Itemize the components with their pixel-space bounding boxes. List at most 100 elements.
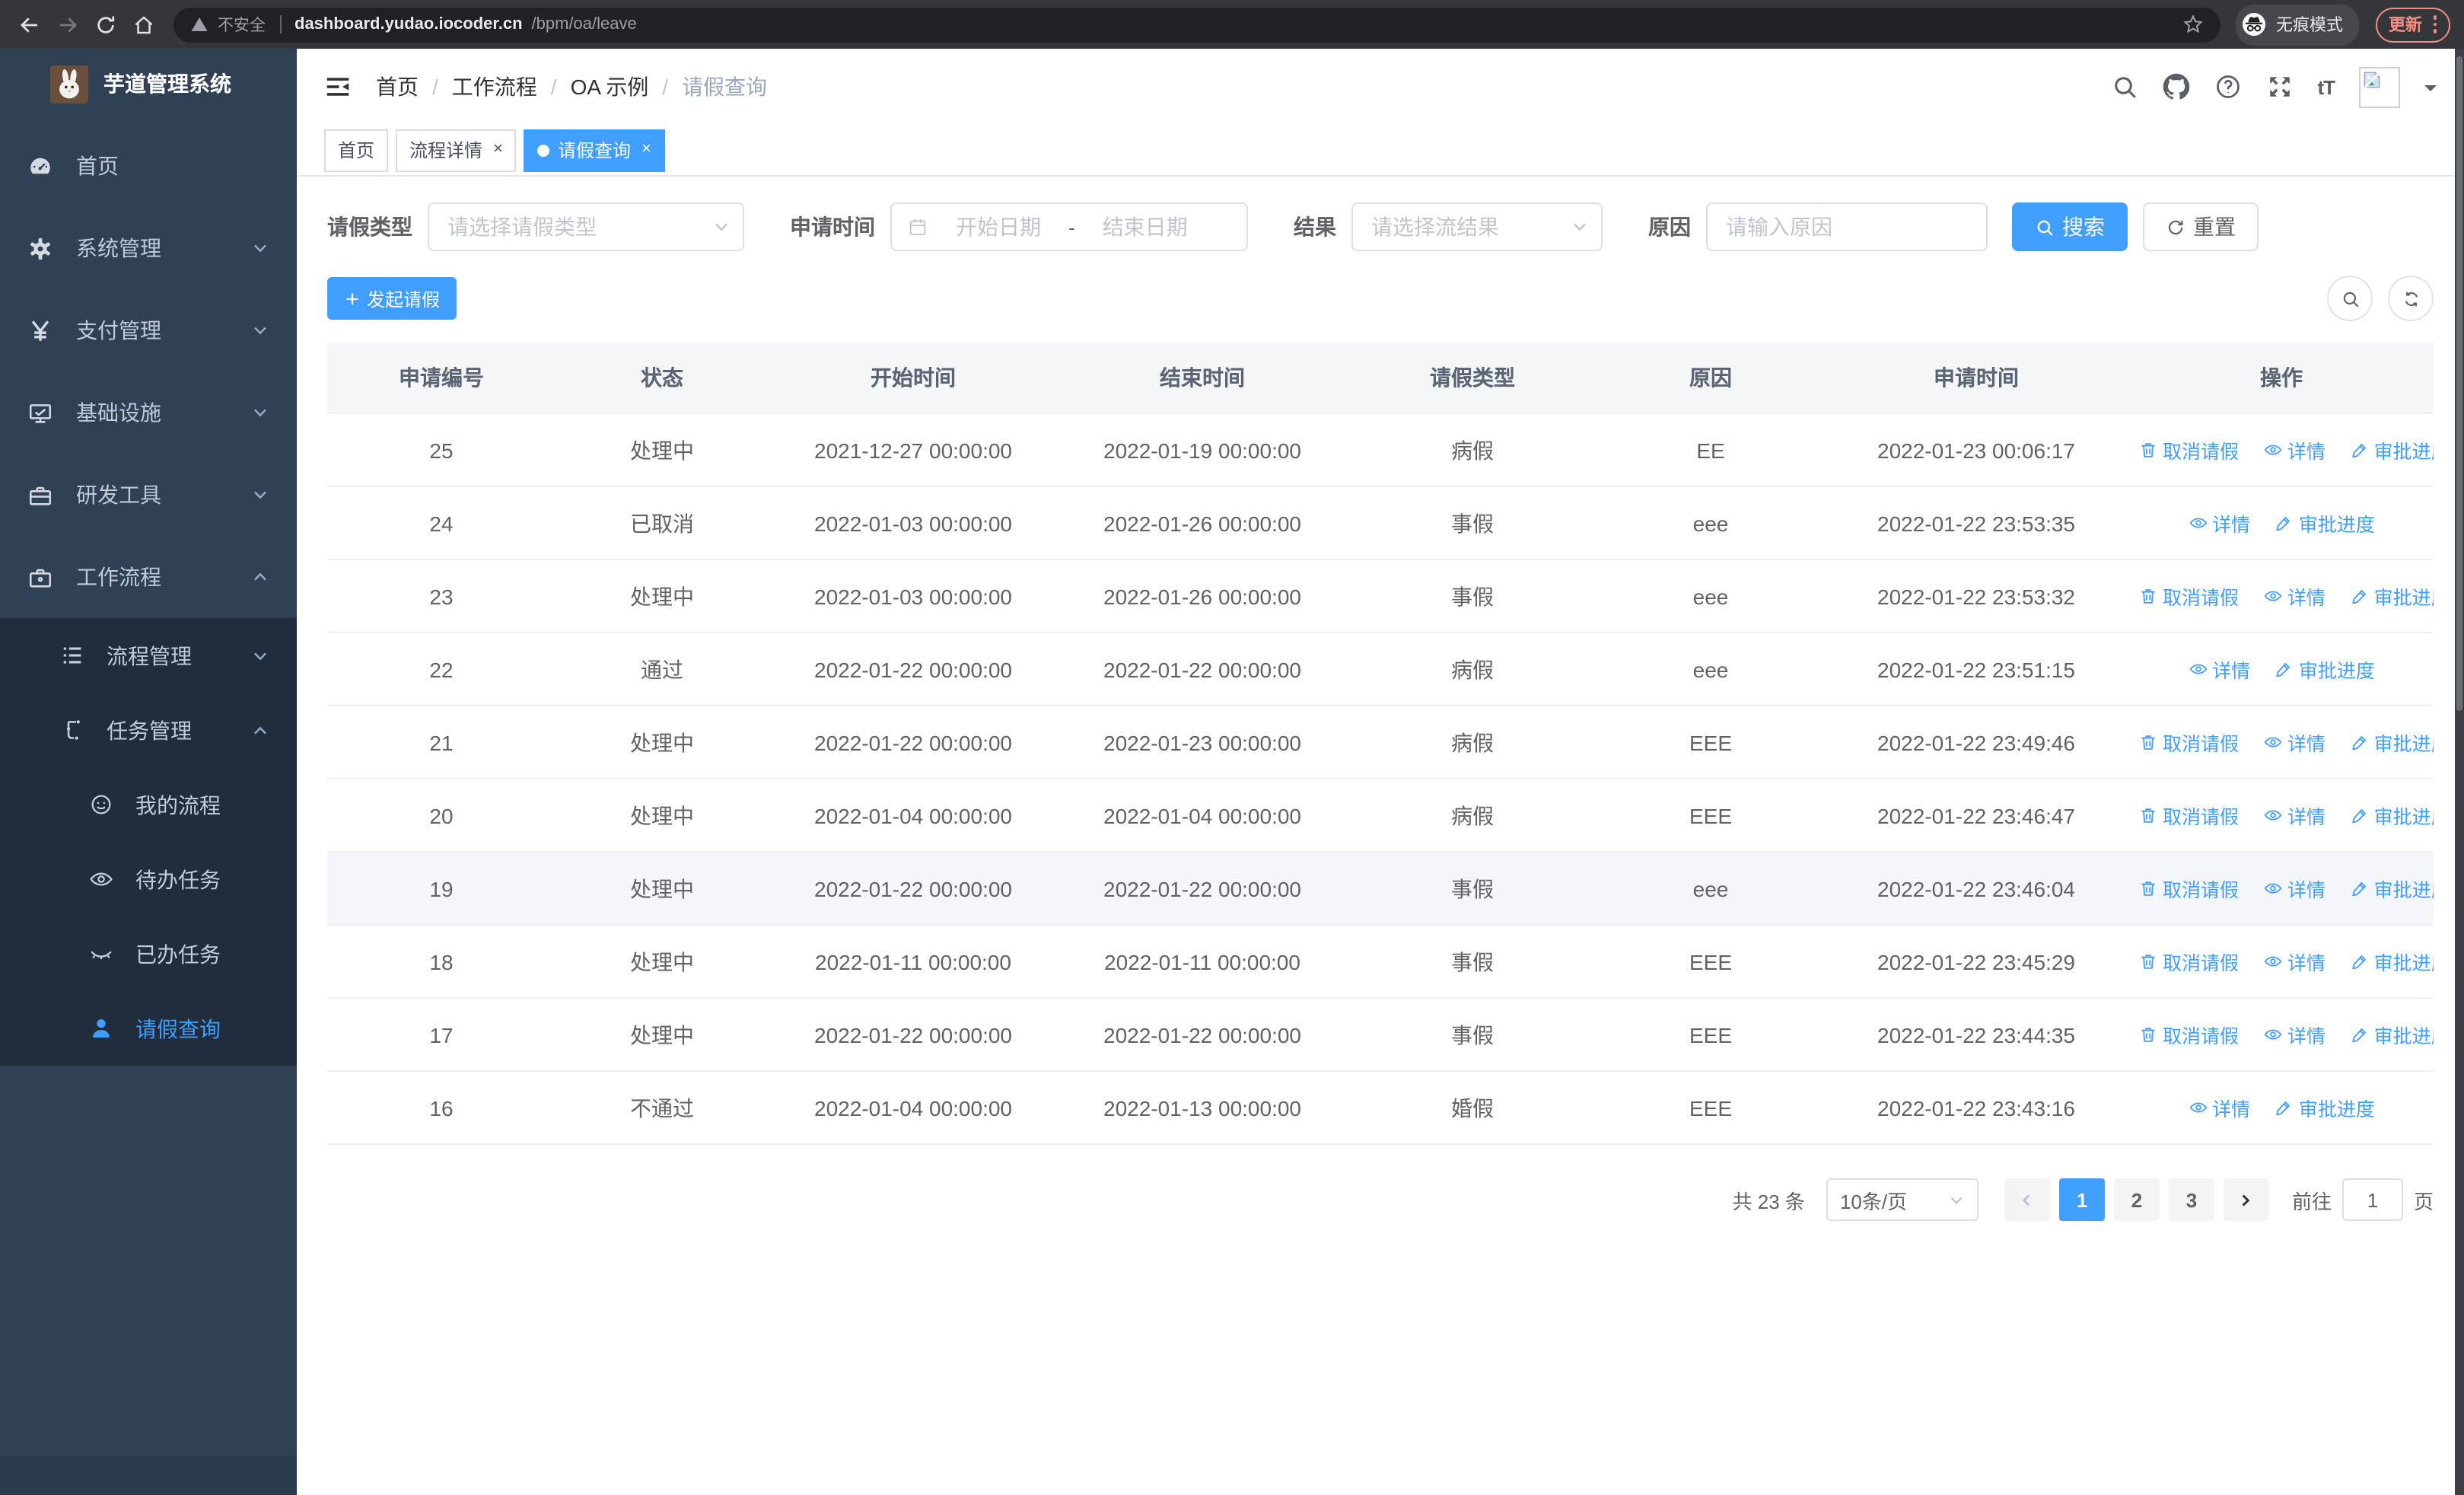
close-icon[interactable]: ×	[641, 141, 651, 158]
leave-type-select[interactable]	[428, 202, 744, 251]
table-row[interactable]: 21 处理中 2022-01-22 00:00:00 2022-01-23 00…	[327, 706, 2434, 779]
sidebar-item-process-mgmt[interactable]: 流程管理	[0, 618, 297, 693]
approval-progress-link[interactable]: 审批进度	[2350, 947, 2434, 976]
refresh-table-button[interactable]	[2388, 276, 2434, 321]
reason-input[interactable]	[1726, 215, 1968, 239]
cancel-leave-link[interactable]: 取消请假	[2138, 947, 2239, 976]
sidebar-item-home[interactable]: 首页	[0, 125, 297, 207]
sidebar-item-workflow[interactable]: 工作流程	[0, 536, 297, 618]
not-secure-warning-icon[interactable]	[190, 15, 209, 33]
approval-progress-link[interactable]: 审批进度	[2275, 508, 2375, 537]
approval-progress-link[interactable]: 审批进度	[2350, 1020, 2434, 1049]
scrollbar-thumb[interactable]	[2456, 56, 2462, 711]
breadcrumb-item[interactable]: OA 示例	[571, 72, 649, 102]
detail-link[interactable]: 详情	[2263, 801, 2326, 830]
sidebar-item-my-process[interactable]: 我的流程	[0, 767, 297, 842]
cancel-leave-link[interactable]: 取消请假	[2138, 801, 2239, 830]
search-icon[interactable]	[2110, 73, 2138, 100]
cancel-leave-link[interactable]: 取消请假	[2138, 1020, 2239, 1049]
next-page-button[interactable]	[2223, 1178, 2269, 1221]
breadcrumb-item[interactable]: 工作流程	[452, 72, 537, 102]
cancel-leave-link[interactable]: 取消请假	[2138, 874, 2239, 903]
page-button-3[interactable]: 3	[2168, 1178, 2214, 1221]
sidebar-item-system[interactable]: 系统管理	[0, 207, 297, 289]
date-range-picker[interactable]: -	[890, 202, 1248, 251]
create-leave-button[interactable]: 发起请假	[327, 277, 457, 320]
browser-menu-icon[interactable]	[2433, 15, 2437, 33]
breadcrumb-item[interactable]: 首页	[376, 72, 419, 102]
detail-link[interactable]: 详情	[2263, 435, 2326, 464]
bookmark-star-icon[interactable]	[2182, 14, 2203, 35]
tab-leave-query[interactable]: 请假查询 ×	[524, 129, 665, 171]
browser-reload-icon[interactable]	[90, 9, 120, 40]
browser-update-button[interactable]: 更新	[2375, 7, 2450, 42]
show-search-button[interactable]	[2327, 276, 2373, 321]
leave-type-input[interactable]	[447, 215, 703, 239]
prev-page-button[interactable]	[2004, 1178, 2050, 1221]
table-row[interactable]: 23 处理中 2022-01-03 00:00:00 2022-01-26 00…	[327, 559, 2434, 633]
detail-link[interactable]: 详情	[2188, 508, 2250, 537]
detail-link[interactable]: 详情	[2188, 1093, 2250, 1122]
tab-process-detail[interactable]: 流程详情 ×	[396, 129, 517, 171]
avatar-caret-icon[interactable]	[2424, 84, 2437, 97]
cancel-leave-link[interactable]: 取消请假	[2138, 435, 2239, 464]
avatar[interactable]	[2359, 66, 2400, 107]
reset-button[interactable]: 重置	[2143, 202, 2259, 251]
sidebar-fold-icon[interactable]	[324, 73, 352, 100]
cancel-leave-link[interactable]: 取消请假	[2138, 728, 2239, 757]
approval-progress-link[interactable]: 审批进度	[2350, 874, 2434, 903]
table-row[interactable]: 19 处理中 2022-01-22 00:00:00 2022-01-22 00…	[327, 852, 2434, 926]
detail-link[interactable]: 详情	[2263, 582, 2326, 610]
result-input[interactable]	[1371, 215, 1561, 239]
page-button-2[interactable]: 2	[2113, 1178, 2160, 1221]
sidebar-item-todo-tasks[interactable]: 待办任务	[0, 842, 297, 916]
table-row[interactable]: 24 已取消 2022-01-03 00:00:00 2022-01-26 00…	[327, 486, 2434, 560]
table-row[interactable]: 18 处理中 2022-01-11 00:00:00 2022-01-11 00…	[327, 925, 2434, 999]
table-row[interactable]: 22 通过 2022-01-22 00:00:00 2022-01-22 00:…	[327, 633, 2434, 706]
security-label[interactable]: 不安全	[218, 13, 266, 36]
cancel-leave-link[interactable]: 取消请假	[2138, 582, 2239, 610]
start-date-input[interactable]	[941, 215, 1056, 239]
goto-page-input[interactable]	[2341, 1178, 2403, 1221]
github-icon[interactable]	[2162, 73, 2189, 100]
table-row[interactable]: 17 处理中 2022-01-22 00:00:00 2022-01-22 00…	[327, 998, 2434, 1072]
table-row[interactable]: 25 处理中 2021-12-27 00:00:00 2022-01-19 00…	[327, 413, 2434, 487]
help-icon[interactable]	[2214, 73, 2241, 100]
app-logo[interactable]: 芋道管理系统	[0, 49, 297, 119]
detail-link[interactable]: 详情	[2263, 874, 2326, 903]
fullscreen-icon[interactable]	[2265, 73, 2293, 100]
sidebar-item-devtools[interactable]: 研发工具	[0, 454, 297, 536]
url-host[interactable]: dashboard.yudao.iocoder.cn	[294, 15, 523, 33]
browser-home-icon[interactable]	[128, 9, 158, 40]
detail-link[interactable]: 详情	[2263, 1020, 2326, 1049]
font-size-icon[interactable]: tT	[2317, 75, 2335, 98]
approval-progress-link[interactable]: 审批进度	[2350, 728, 2434, 757]
detail-link[interactable]: 详情	[2188, 655, 2250, 684]
browser-forward-icon[interactable]	[52, 9, 82, 40]
table-row[interactable]: 20 处理中 2022-01-04 00:00:00 2022-01-04 00…	[327, 779, 2434, 853]
approval-progress-link[interactable]: 审批进度	[2350, 582, 2434, 610]
reason-field[interactable]	[1706, 202, 1988, 251]
address-bar[interactable]: 不安全 dashboard.yudao.iocoder.cn/bpm/oa/le…	[173, 7, 2220, 42]
approval-progress-link[interactable]: 审批进度	[2350, 801, 2434, 830]
url-path[interactable]: /bpm/oa/leave	[532, 15, 637, 33]
sidebar-item-infra[interactable]: 基础设施	[0, 371, 297, 454]
sidebar-item-task-mgmt[interactable]: 任务管理	[0, 693, 297, 767]
approval-progress-link[interactable]: 审批进度	[2350, 435, 2434, 464]
browser-back-icon[interactable]	[14, 9, 44, 40]
approval-progress-link[interactable]: 审批进度	[2275, 655, 2375, 684]
detail-link[interactable]: 详情	[2263, 947, 2326, 976]
update-label[interactable]: 更新	[2389, 12, 2422, 37]
browser-scrollbar[interactable]	[2455, 49, 2464, 1495]
page-size-select[interactable]: 10条/页	[1826, 1178, 1979, 1221]
table-row[interactable]: 16 不通过 2022-01-04 00:00:00 2022-01-13 00…	[327, 1071, 2434, 1145]
page-button-1[interactable]: 1	[2058, 1178, 2105, 1221]
end-date-input[interactable]	[1087, 215, 1203, 239]
result-select[interactable]	[1351, 202, 1603, 251]
sidebar-item-done-tasks[interactable]: 已办任务	[0, 916, 297, 991]
search-button[interactable]: 搜索	[2012, 202, 2128, 251]
approval-progress-link[interactable]: 审批进度	[2275, 1093, 2375, 1122]
tab-home[interactable]: 首页	[324, 129, 389, 171]
sidebar-item-leave-query[interactable]: 请假查询	[0, 991, 297, 1066]
close-icon[interactable]: ×	[493, 141, 503, 158]
